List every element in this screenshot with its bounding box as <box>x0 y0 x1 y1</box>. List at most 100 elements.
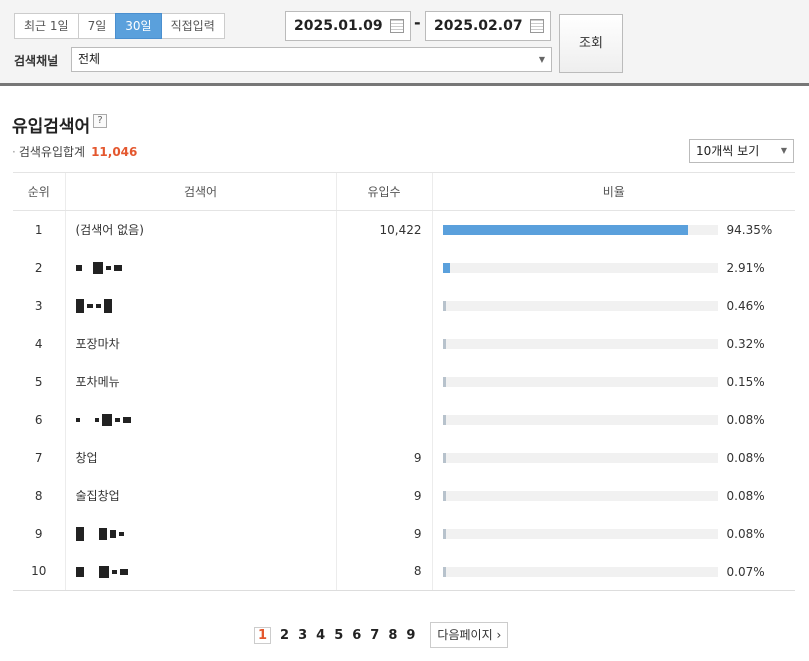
bullet-icon: · <box>12 145 16 159</box>
row-keyword-text: 창업 <box>75 451 98 465</box>
table-row: 4 포장마차 0.32% <box>13 324 795 363</box>
ratio-label: 2.91% <box>726 260 765 275</box>
ratio-bar-track <box>442 300 718 311</box>
ratio-bar-fill <box>442 452 446 463</box>
row-count: 9 <box>335 476 432 515</box>
table-row: 2 2.91% <box>13 248 795 287</box>
page-link[interactable]: 7 <box>370 628 379 643</box>
row-rank: 6 <box>34 412 43 427</box>
row-keyword: (검색어 없음) <box>64 210 336 249</box>
redacted-block <box>119 568 128 575</box>
row-rank: 1 <box>34 222 43 237</box>
redacted-block <box>94 418 99 422</box>
ratio-bar-fill <box>442 300 446 311</box>
redacted-block <box>122 417 131 423</box>
row-rank: 5 <box>34 374 43 389</box>
next-page-label: 다음페이지 <box>437 628 493 642</box>
redacted-block <box>75 526 84 541</box>
keyword-table: 순위 검색어 유입수 비율 1 (검색어 없음) 10,422 94.35% 2 2.91… <box>13 172 795 591</box>
period-7day-button[interactable]: 7일 <box>77 13 117 39</box>
row-rank: 7 <box>34 450 43 465</box>
search-button[interactable]: 조회 <box>559 14 623 73</box>
table-row: 1 (검색어 없음) 10,422 94.35% <box>13 210 795 249</box>
row-keyword: 창업 <box>64 438 336 477</box>
ratio-label: 94.35% <box>726 223 773 237</box>
period-30day-button[interactable]: 30일 <box>115 13 162 39</box>
start-date-field[interactable]: 2025.01.09 <box>285 11 411 41</box>
period-1day-button[interactable]: 최근 1일 <box>14 13 79 39</box>
chevron-right-icon: › <box>496 628 502 642</box>
pagination: 1 2 3 4 5 6 7 8 9 다음페이지 › <box>254 622 509 648</box>
ratio-bar-track <box>442 225 718 235</box>
redacted-block <box>83 420 89 421</box>
calendar-icon[interactable] <box>390 19 404 33</box>
row-rank: 3 <box>34 298 43 313</box>
total-value: 11,046 <box>91 145 138 159</box>
ratio-bar-fill <box>442 262 451 273</box>
redacted-block <box>101 414 112 426</box>
row-keyword: 술집창업 <box>64 476 336 515</box>
page-link[interactable]: 6 <box>352 628 361 643</box>
per-page-select[interactable]: 10개씩 보기 ▼ <box>689 139 794 163</box>
ratio-bar-track <box>442 490 718 501</box>
ratio-bar-track <box>442 528 718 539</box>
row-ratio: 0.46% <box>431 286 795 325</box>
row-count <box>335 248 432 287</box>
start-date-value: 2025.01.09 <box>294 18 383 34</box>
ratio-bar-fill <box>442 528 446 539</box>
page-link[interactable]: 2 <box>280 628 289 643</box>
ratio-bar-track <box>442 414 718 425</box>
end-date-field[interactable]: 2025.02.07 <box>425 11 551 41</box>
row-keyword <box>64 400 336 439</box>
ratio-bar-track <box>442 452 718 463</box>
ratio-bar-fill <box>442 414 446 425</box>
page-link[interactable]: 9 <box>406 628 415 643</box>
row-keyword-text: 술집창업 <box>75 489 120 503</box>
row-count: 8 <box>335 552 432 591</box>
page-link[interactable]: 5 <box>334 628 343 643</box>
date-separator: - <box>414 13 421 32</box>
row-keyword-text: (검색어 없음) <box>75 223 144 238</box>
row-ratio: 0.08% <box>431 476 795 515</box>
redacted-block <box>105 266 111 270</box>
calendar-icon[interactable] <box>530 19 544 33</box>
table-row: 3 0.46% <box>13 286 795 325</box>
redacted-block <box>75 566 84 577</box>
table-row: 5 포차메뉴 0.15% <box>13 362 795 401</box>
table-row: 9 9 0.08% <box>13 514 795 553</box>
help-icon[interactable]: ? <box>93 114 107 128</box>
redacted-block <box>113 265 122 271</box>
redacted-block <box>118 531 124 536</box>
row-keyword: 포장마차 <box>64 324 336 363</box>
ratio-bar-track <box>442 566 718 577</box>
header-ratio: 비율 <box>431 172 795 211</box>
redacted-block <box>98 527 107 540</box>
next-page-button[interactable]: 다음페이지 › <box>430 622 509 648</box>
row-ratio: 0.32% <box>431 324 795 363</box>
header-keyword: 검색어 <box>64 172 336 211</box>
redacted-block <box>87 571 93 572</box>
row-count: 9 <box>335 514 432 553</box>
period-custom-button[interactable]: 직접입력 <box>160 13 225 39</box>
row-count <box>335 324 432 363</box>
redacted-block <box>98 565 109 578</box>
row-ratio: 0.08% <box>431 438 795 477</box>
redacted-block <box>86 303 93 308</box>
row-keyword <box>64 286 336 325</box>
page-link[interactable]: 3 <box>298 628 307 643</box>
ratio-label: 0.08% <box>726 526 765 541</box>
table-row: 8 술집창업 9 0.08% <box>13 476 795 515</box>
page-link[interactable]: 8 <box>388 628 397 643</box>
channel-select[interactable]: 전체 ▼ <box>71 47 552 72</box>
row-keyword-text: 포차메뉴 <box>75 375 120 389</box>
ratio-bar-fill <box>442 490 446 501</box>
period-selector: 최근 1일 7일 30일 직접입력 <box>14 13 225 39</box>
page-link[interactable]: 1 <box>254 626 272 644</box>
per-page-value: 10개씩 보기 <box>696 144 760 158</box>
page-link[interactable]: 4 <box>316 628 325 643</box>
ratio-bar-track <box>442 376 718 387</box>
row-ratio: 94.35% <box>431 210 795 249</box>
ratio-label: 0.08% <box>726 488 765 503</box>
row-count <box>335 400 432 439</box>
header-count: 유입수 <box>335 172 432 211</box>
